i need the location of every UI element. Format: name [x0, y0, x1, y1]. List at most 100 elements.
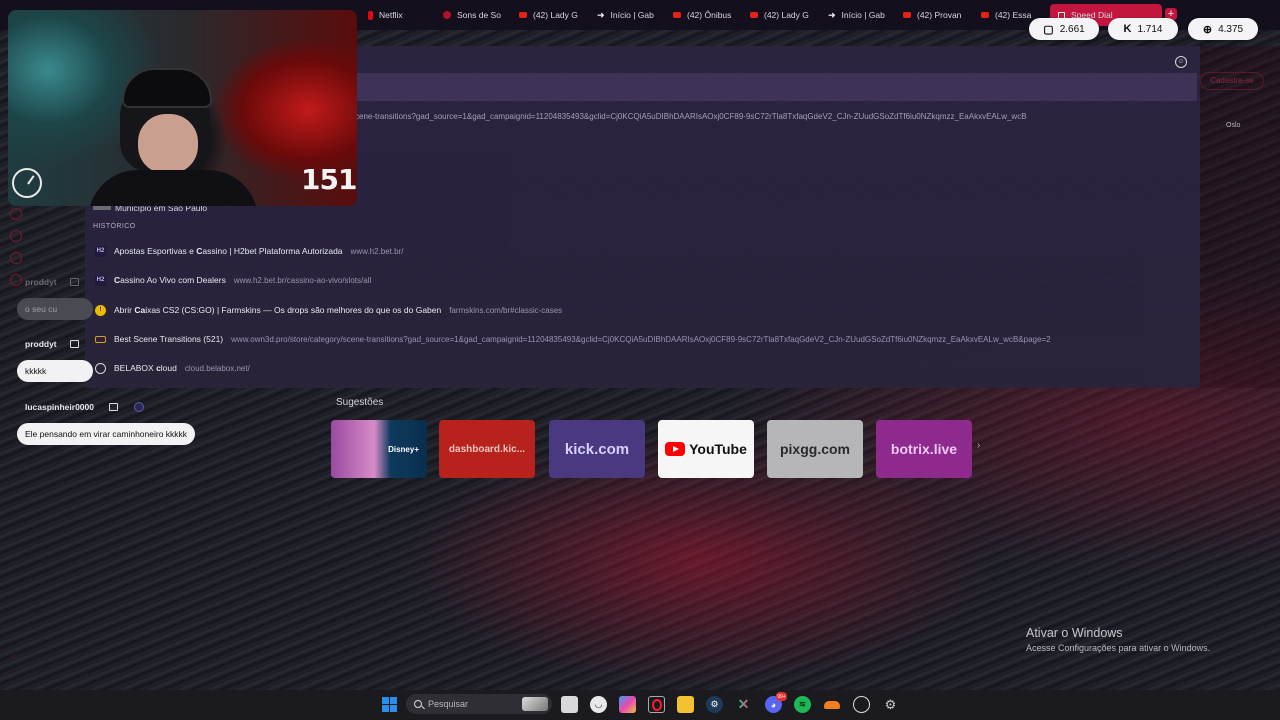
chat-message: o seu cu	[17, 298, 93, 320]
tab-onibus[interactable]: (42) Ônibus	[673, 6, 735, 24]
extensions-icon[interactable]	[10, 252, 22, 264]
kick-viewer-pill: K 1.714	[1108, 18, 1178, 40]
signup-button[interactable]: Cadastre-se	[1200, 72, 1264, 90]
more-icon[interactable]: ···	[11, 674, 17, 680]
chat-username: proddyt	[25, 277, 57, 287]
taskbar	[0, 690, 1280, 720]
history-title: BELABOX cloud	[114, 363, 177, 373]
history-row[interactable]: Best Scene Transitions (521) www.own3d.p…	[95, 331, 1051, 347]
speed-dial-tile-pixgg[interactable]: pixgg.com	[767, 420, 863, 478]
speed-dial-tile-youtube[interactable]: YouTube	[658, 420, 754, 478]
spotify-icon[interactable]: ≋	[794, 696, 811, 713]
tab-label: Sons de So	[457, 10, 501, 20]
disney-plus-logo: Disney+	[388, 444, 419, 454]
x-icon[interactable]: ✕	[735, 696, 752, 713]
taskbar-search[interactable]: Pesquisar	[406, 694, 552, 714]
youtube-icon	[750, 12, 758, 18]
twitch-icon	[109, 403, 118, 411]
own3d-icon	[95, 335, 106, 343]
speed-dial-tile-disney[interactable]: Disney+	[331, 420, 427, 478]
kick-icon: ➜	[828, 9, 836, 20]
speed-dial-tile-dashboard[interactable]: dashboard.kic...	[439, 420, 535, 478]
twitch-icon	[70, 278, 79, 286]
chevron-right-icon[interactable]: ›	[977, 440, 980, 451]
history-url: www.h2.bet.br/cassino-ao-vivo/slots/all	[233, 275, 372, 285]
windows-activation-subtitle: Acesse Configurações para ativar o Windo…	[1026, 643, 1211, 653]
youtube-icon	[981, 12, 989, 18]
tab-label: Início | Gab	[610, 10, 654, 20]
history-row[interactable]: H2 Apostas Esportivas e Cassino | H2bet …	[95, 243, 403, 259]
history-row[interactable]: H2 Cassino Ao Vivo com Dealers www.h2.be…	[95, 272, 371, 288]
tab-label: Netflix	[379, 10, 403, 20]
speed-dial-tile-kick[interactable]: kick.com	[549, 420, 645, 478]
chat-message: Ele pensando em virar caminhoneiro kkkkk	[17, 423, 196, 445]
history-url: cloud.belabox.net/	[184, 363, 250, 373]
youtube-play-icon	[665, 442, 686, 456]
history-title: Abrir Caixas CS2 (CS:GO) | Farmskins — O…	[114, 305, 442, 315]
speed-dial-tile-botrix[interactable]: botrix.live	[876, 420, 972, 478]
background-panel	[1200, 46, 1280, 388]
kick-viewer-count: 1.714	[1137, 23, 1163, 35]
history-section-label: HISTÓRICO	[93, 223, 136, 230]
tab-provan[interactable]: (42) Provan	[903, 6, 965, 24]
history-url: www.own3d.pro/store/category/scene-trans…	[231, 334, 1051, 344]
twitch-icon	[70, 340, 79, 348]
globe-icon: ⊕	[1202, 23, 1213, 36]
discord-badge: 99+	[776, 692, 787, 701]
steam-icon[interactable]: ⚙	[706, 696, 723, 713]
youtube-label: YouTube	[689, 441, 747, 457]
chat-username: proddyt	[25, 339, 57, 349]
tab-label: (42) Lady G	[533, 10, 578, 20]
youtube-icon	[903, 12, 911, 18]
h2bet-icon: H2	[95, 274, 106, 286]
start-button[interactable]	[381, 696, 398, 713]
netflix-icon	[368, 10, 373, 20]
desktop: Netflix Sons de So (42) Lady G ➜ Início …	[0, 0, 1280, 720]
tab-label: (42) Lady G	[764, 10, 809, 20]
total-viewer-count: 4.375	[1218, 23, 1244, 35]
webcam-overlay: 151	[8, 10, 357, 206]
tab-netflix[interactable]: Netflix	[368, 6, 438, 24]
total-viewer-pill: ⊕ 4.375	[1188, 18, 1258, 40]
history-title: Apostas Esportivas e Cassino | H2bet Pla…	[114, 246, 343, 256]
record-icon	[443, 11, 451, 19]
tab-label: (42) Ônibus	[687, 10, 732, 20]
tab-sons[interactable]: Sons de So	[443, 6, 503, 24]
tab-lady-g-1[interactable]: (42) Lady G	[519, 6, 581, 24]
search-placeholder: Pesquisar	[428, 699, 469, 709]
history-title: Best Scene Transitions (521)	[114, 334, 224, 344]
opera-icon[interactable]	[648, 696, 665, 713]
file-icon[interactable]	[561, 696, 578, 713]
sidebar-tiny-icon[interactable]: ▭	[11, 653, 17, 660]
search-icon	[414, 700, 422, 708]
h2bet-icon: H2	[95, 245, 106, 257]
tab-inicio-1[interactable]: ➜ Início | Gab	[597, 6, 659, 24]
copilot-icon[interactable]	[619, 696, 636, 713]
folder-icon[interactable]	[677, 696, 694, 713]
tab-lady-g-2[interactable]: (42) Lady G	[750, 6, 812, 24]
history-row[interactable]: ! Abrir Caixas CS2 (CS:GO) | Farmskins —…	[95, 302, 562, 318]
suggestions-title: Sugestões	[336, 397, 384, 408]
weather-city: Oslo	[1226, 122, 1241, 129]
webcam-shirt	[88, 170, 258, 206]
tab-label: Início | Gab	[841, 10, 885, 20]
app-icon[interactable]: ◡	[590, 696, 607, 713]
timer-icon	[12, 168, 42, 198]
globe-icon	[95, 362, 106, 374]
chrome-icon[interactable]	[853, 696, 870, 713]
history-icon[interactable]	[10, 230, 22, 242]
settings-icon[interactable]	[10, 274, 22, 286]
webcam-face	[138, 114, 198, 174]
twitch-viewer-pill: ▢ 2.661	[1029, 18, 1099, 40]
emoji-icon[interactable]: ☺	[1175, 56, 1187, 68]
chat-message: kkkkk	[17, 360, 93, 382]
record-icon[interactable]	[10, 208, 22, 220]
dropdown-url-text[interactable]: cene-transitions?gad_source=1&gad_campai…	[355, 112, 1027, 121]
tab-inicio-2[interactable]: ➜ Início | Gab	[828, 6, 888, 24]
settings-icon[interactable]: ⚙	[882, 696, 899, 713]
history-row[interactable]: BELABOX cloud cloud.belabox.net/	[95, 360, 250, 376]
history-url: www.h2.bet.br/	[350, 246, 404, 256]
tab-label: (42) Essa	[995, 10, 1032, 20]
youtube-icon	[673, 12, 681, 18]
cloud-icon[interactable]	[823, 696, 840, 713]
